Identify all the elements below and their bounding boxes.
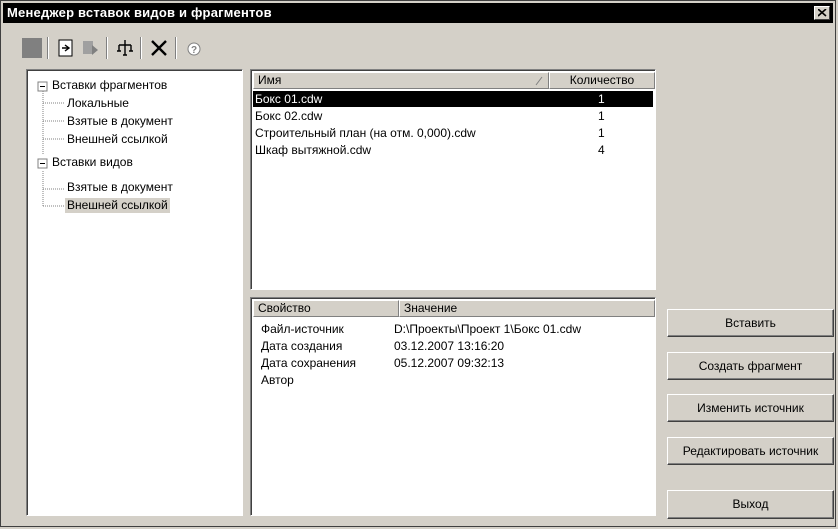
toolbar: ?	[3, 25, 833, 65]
toolbar-separator	[47, 37, 49, 59]
file-name: Шкаф вытяжной.cdw	[255, 143, 372, 157]
property-value: 03.12.2007 13:16:20	[394, 339, 505, 353]
file-list[interactable]: Имя Количество Бокс 01.cdw 1 Бокс 02.cdw…	[250, 69, 656, 290]
file-row[interactable]: Бокс 01.cdw 1	[253, 91, 653, 107]
file-count: 1	[598, 92, 605, 106]
sort-icon	[535, 76, 543, 86]
property-row: Автор	[253, 372, 653, 388]
property-name: Автор	[261, 373, 294, 387]
delete-x-icon	[151, 40, 167, 56]
delete-button[interactable]	[148, 37, 170, 59]
help-icon: ?	[187, 42, 201, 56]
file-row[interactable]: Бокс 02.cdw 1	[253, 108, 653, 124]
insert-document-button[interactable]	[55, 37, 77, 59]
tree-item-views-in-document[interactable]: Взятые в документ	[65, 180, 175, 195]
tree-icon	[117, 40, 133, 56]
tree-item-fragments-external-link[interactable]: Внешней ссылкой	[65, 132, 170, 147]
property-name: Дата сохранения	[261, 356, 357, 370]
column-header-name[interactable]: Имя	[253, 72, 549, 89]
column-header-count[interactable]: Количество	[549, 72, 655, 89]
tree-item-local[interactable]: Локальные	[65, 96, 131, 111]
file-name: Бокс 02.cdw	[255, 109, 323, 123]
tree-item-fragment-inserts[interactable]: Вставки фрагментов	[50, 78, 169, 93]
insert-manager-window: Менеджер вставок видов и фрагментов ? Вс…	[0, 0, 836, 527]
tree-connectors	[37, 81, 65, 207]
property-row: Файл-источник D:\Проекты\Проект 1\Бокс 0…	[253, 321, 653, 337]
property-value: D:\Проекты\Проект 1\Бокс 01.cdw	[394, 322, 581, 336]
column-header-value[interactable]: Значение	[399, 300, 655, 317]
property-value: 05.12.2007 09:32:13	[394, 356, 505, 370]
change-source-button[interactable]: Изменить источник	[667, 394, 834, 422]
create-fragment-button[interactable]: Создать фрагмент	[667, 352, 834, 380]
property-name: Файл-источник	[261, 322, 344, 336]
toolbar-separator	[175, 37, 177, 59]
property-row: Дата сохранения 05.12.2007 09:32:13	[253, 355, 653, 371]
insert-tree[interactable]: Вставки фрагментов Локальные Взятые в до…	[26, 69, 243, 516]
file-row[interactable]: Строительный план (на отм. 0,000).cdw 1	[253, 125, 653, 141]
insert-button[interactable]: Вставить	[667, 309, 834, 337]
dimmed-document-icon	[83, 41, 98, 55]
close-icon	[818, 9, 827, 17]
file-count: 4	[598, 143, 605, 157]
window-title: Менеджер вставок видов и фрагментов	[7, 5, 272, 20]
toolbar-separator	[140, 37, 142, 59]
tree-item-views-external-link[interactable]: Внешней ссылкой	[65, 198, 170, 213]
help-button[interactable]: ?	[183, 37, 205, 59]
title-bar: Менеджер вставок видов и фрагментов	[3, 3, 833, 23]
property-row: Дата создания 03.12.2007 13:16:20	[253, 338, 653, 354]
column-header-property[interactable]: Свойство	[253, 300, 399, 317]
tree-item-view-inserts[interactable]: Вставки видов	[50, 155, 135, 170]
file-name: Бокс 01.cdw	[255, 92, 323, 106]
gray-square-icon-button[interactable]	[21, 37, 43, 59]
tree-tool-button[interactable]	[114, 37, 136, 59]
file-row[interactable]: Шкаф вытяжной.cdw 4	[253, 142, 653, 158]
toolbar-separator	[106, 37, 108, 59]
document-arrow-icon	[58, 39, 73, 57]
svg-text:?: ?	[191, 45, 197, 56]
file-name: Строительный план (на отм. 0,000).cdw	[255, 126, 476, 140]
edit-source-button[interactable]: Редактировать источник	[667, 437, 834, 465]
property-name: Дата создания	[261, 339, 343, 353]
properties-list[interactable]: Свойство Значение Файл-источник D:\Проек…	[250, 297, 656, 516]
tree-item-fragments-in-document[interactable]: Взятые в документ	[65, 114, 175, 129]
disabled-tool-button[interactable]	[80, 37, 102, 59]
close-button[interactable]	[814, 6, 830, 20]
square-icon	[22, 38, 42, 58]
exit-button[interactable]: Выход	[667, 490, 834, 519]
file-count: 1	[598, 109, 605, 123]
file-count: 1	[598, 126, 605, 140]
